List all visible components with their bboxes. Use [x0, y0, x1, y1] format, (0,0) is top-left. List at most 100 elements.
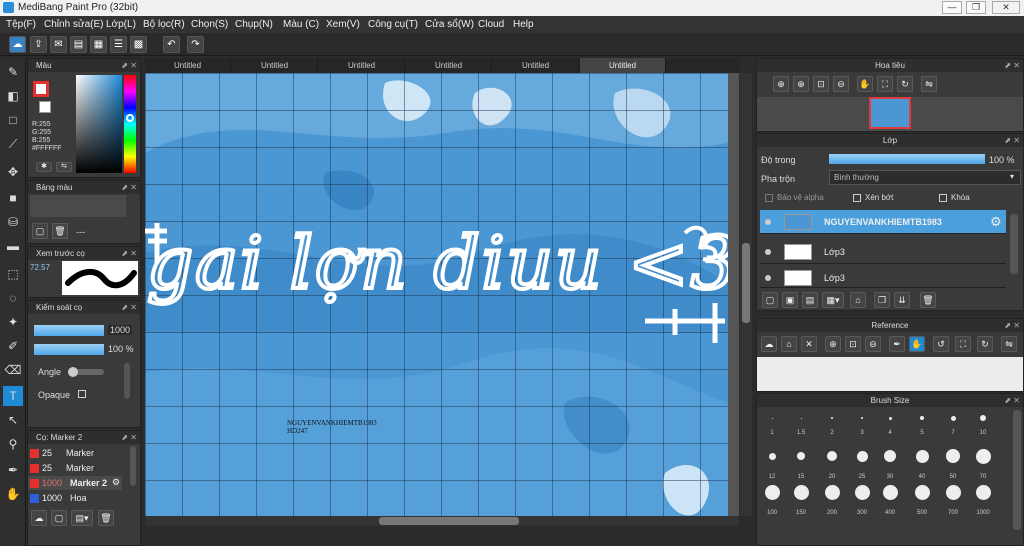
- layer-visibility-icon[interactable]: [765, 219, 771, 225]
- select-eraser-icon[interactable]: ⌫: [3, 360, 23, 380]
- menu-cloud[interactable]: Cloud: [478, 19, 504, 30]
- brush-size-option[interactable]: [800, 417, 802, 419]
- tab-untitled-4[interactable]: Untitled: [406, 58, 492, 73]
- horizontal-scrollbar-track[interactable]: [145, 516, 739, 526]
- fullscreen-icon[interactable]: ⛶: [955, 336, 971, 352]
- tab-untitled-3[interactable]: Untitled: [319, 58, 405, 73]
- close-icon[interactable]: ✕: [801, 336, 817, 352]
- brush-size-option[interactable]: [914, 484, 930, 500]
- brush-settings-icon[interactable]: ⚙: [112, 477, 120, 488]
- rectangle-tool-icon[interactable]: □: [3, 110, 23, 130]
- redo-icon[interactable]: ↷: [187, 36, 204, 53]
- brush-size-option[interactable]: [831, 417, 833, 419]
- select-pen-icon[interactable]: ✐: [3, 336, 23, 356]
- cloud-icon[interactable]: ☁: [761, 336, 777, 352]
- brush-size-option[interactable]: [920, 416, 924, 420]
- text-tool-icon[interactable]: T: [3, 386, 23, 406]
- rotate-left-icon[interactable]: ↺: [933, 336, 949, 352]
- menu-tools[interactable]: Công cụ(T): [368, 19, 418, 30]
- navigator-thumbnail[interactable]: [869, 97, 911, 129]
- menu-edit[interactable]: Chỉnh sửa(E): [44, 19, 104, 30]
- brush-opacity-slider[interactable]: [34, 344, 104, 355]
- panel-close-icon[interactable]: ⬈ ✕: [121, 181, 137, 194]
- hand-tool-icon[interactable]: ✋: [3, 484, 23, 504]
- brush-size-option[interactable]: [975, 484, 991, 500]
- brush-size-value[interactable]: 1000: [108, 325, 133, 335]
- move-tool-icon[interactable]: ✥: [3, 162, 23, 182]
- layer-row[interactable]: NGUYENVANKHIEMTB1983 ⚙: [760, 210, 1006, 234]
- menu-window[interactable]: Cửa sổ(W): [425, 19, 474, 30]
- minimize-button[interactable]: —: [942, 1, 962, 14]
- brush-size-option[interactable]: [793, 484, 809, 500]
- panel-close-icon[interactable]: ⬈ ✕: [121, 59, 137, 72]
- merge-layer-icon[interactable]: ⇊: [894, 292, 910, 308]
- brush-size-slider[interactable]: [34, 325, 104, 336]
- brush-control-scrollbar[interactable]: [124, 363, 130, 399]
- panel-close-icon[interactable]: ⬈ ✕: [1004, 394, 1020, 407]
- brush-size-option[interactable]: [950, 415, 956, 421]
- brush-menu-icon[interactable]: ▤▾: [71, 510, 93, 526]
- vertical-scrollbar-thumb[interactable]: [742, 243, 750, 323]
- brush-item[interactable]: 1000 Hoa: [28, 491, 122, 505]
- artwork-canvas[interactable]: gai lợn diuu <3 NGUYENVANKHIEMTB1983 HD2…: [145, 73, 728, 516]
- canvas-area[interactable]: gai lợn diuu <3 NGUYENVANKHIEMTB1983 HD2…: [145, 73, 739, 516]
- fit-icon[interactable]: ⊡: [845, 336, 861, 352]
- layer-visibility-icon[interactable]: [765, 249, 771, 255]
- eyedropper2-icon[interactable]: ✒: [3, 460, 23, 480]
- eyedropper-icon[interactable]: ⚲: [3, 434, 23, 454]
- hand-icon[interactable]: ✋: [909, 336, 925, 352]
- brush-tool-icon[interactable]: ✎: [3, 62, 23, 82]
- panel-close-icon[interactable]: ⬈ ✕: [121, 247, 137, 260]
- menu-capture[interactable]: Chụp(N): [235, 19, 273, 30]
- operation-tool-icon[interactable]: ↖: [3, 410, 23, 430]
- layer-row[interactable]: Lớp3: [760, 240, 1006, 264]
- zoom-in-icon[interactable]: ⊕: [793, 76, 809, 92]
- new-halftone-layer-icon[interactable]: ▣: [782, 292, 798, 308]
- maximize-button[interactable]: ❐: [966, 1, 986, 14]
- rotate-right-icon[interactable]: ↻: [977, 336, 993, 352]
- saturation-value-picker[interactable]: [76, 75, 122, 173]
- brush-size-option[interactable]: [771, 417, 773, 419]
- lasso-tool-icon[interactable]: ◌: [3, 288, 23, 308]
- layer-row[interactable]: Lớp3: [760, 266, 1006, 288]
- blend-mode-select[interactable]: Bình thường ▾: [829, 170, 1021, 185]
- menu-help[interactable]: Help: [513, 19, 534, 30]
- menu-filter[interactable]: Bộ lọc(R): [143, 19, 185, 30]
- delete-brush-icon[interactable]: 🗑: [98, 510, 114, 526]
- comment-icon[interactable]: ✉: [50, 36, 67, 53]
- brush-size-option[interactable]: [980, 415, 986, 421]
- menu-color[interactable]: Màu (C): [283, 19, 319, 30]
- magic-wand-icon[interactable]: ✦: [3, 312, 23, 332]
- layer-opacity-slider[interactable]: [829, 154, 985, 164]
- zoom-in-icon[interactable]: ⊕: [773, 76, 789, 92]
- tab-untitled-2[interactable]: Untitled: [232, 58, 318, 73]
- bucket-tool-icon[interactable]: ⛁: [3, 212, 23, 232]
- primary-color-swatch[interactable]: [33, 81, 49, 97]
- layer-menu-icon[interactable]: ▦▾: [822, 292, 844, 308]
- brush-size-option[interactable]: [856, 450, 868, 462]
- menu-view[interactable]: Xem(V): [326, 19, 360, 30]
- horizontal-scrollbar-thumb[interactable]: [379, 517, 519, 525]
- brush-size-option[interactable]: [827, 451, 837, 461]
- opaque-checkbox[interactable]: [78, 390, 86, 398]
- fill-rect-tool-icon[interactable]: ■: [3, 188, 23, 208]
- layer-scrollbar[interactable]: [1010, 214, 1018, 274]
- brush-size-option[interactable]: [975, 448, 991, 464]
- brush-size-option[interactable]: [854, 484, 870, 500]
- menu-file[interactable]: Tệp(F): [6, 19, 36, 30]
- eraser-tool-icon[interactable]: ◧: [3, 86, 23, 106]
- select-rect-icon[interactable]: ⬚: [3, 264, 23, 284]
- brush-size-option[interactable]: [824, 484, 840, 500]
- secondary-color-swatch[interactable]: [39, 101, 51, 113]
- brush-size-option[interactable]: [768, 452, 776, 460]
- page-icon[interactable]: ▤: [70, 36, 87, 53]
- brush-size-option[interactable]: [945, 484, 961, 500]
- new-palette-icon[interactable]: ▢: [32, 223, 48, 239]
- tab-untitled-1[interactable]: Untitled: [145, 58, 231, 73]
- brush-size-option[interactable]: [882, 484, 898, 500]
- flip-icon[interactable]: ⇋: [921, 76, 937, 92]
- hand-icon[interactable]: ✋: [857, 76, 873, 92]
- close-button[interactable]: ✕: [992, 1, 1020, 14]
- vertical-scrollbar-track[interactable]: [740, 73, 752, 516]
- hue-slider[interactable]: [124, 75, 136, 173]
